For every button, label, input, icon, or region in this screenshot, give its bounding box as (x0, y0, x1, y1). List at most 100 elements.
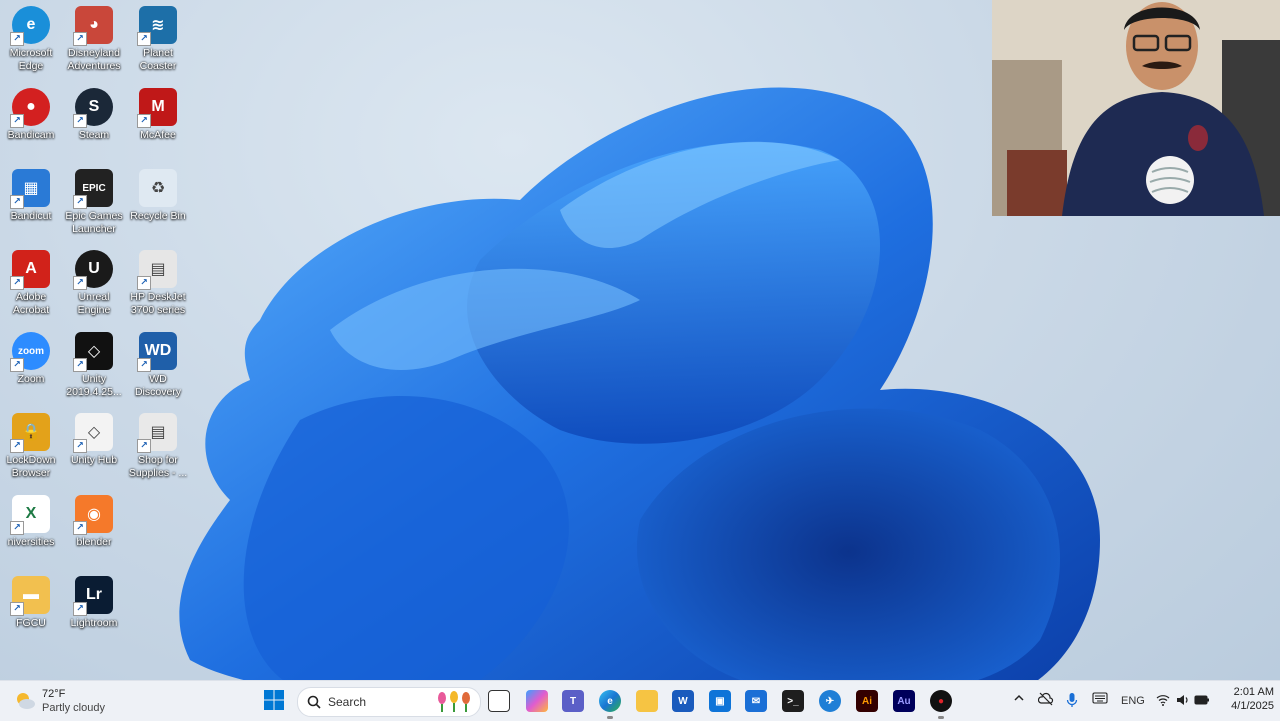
desktop-icon-disneyland[interactable]: ◕ ↗ Disneyland Adventures (61, 2, 127, 80)
edge-icon: e (599, 690, 621, 712)
desktop-icon-label: Planet (143, 47, 173, 59)
input-language[interactable]: ENG (1121, 695, 1145, 707)
unreal-engine-icon: U ↗ (73, 250, 113, 290)
desktop-icon-unreal-engine[interactable]: U ↗ Unreal Engine (61, 246, 127, 324)
terminal-icon: >_ (782, 690, 804, 712)
recycle-bin-icon: ♻ (139, 169, 177, 207)
desktop-icon-zoom[interactable]: zoom ↗ Zoom (0, 328, 64, 406)
mail-icon: ✉ (745, 690, 767, 712)
desktop-icon-label: Adobe (15, 291, 47, 303)
desktop-icon-printer[interactable]: ▤ ↗ HP DeskJet 3700 series (125, 246, 191, 324)
taskbar-app-mail[interactable]: ✉ (744, 689, 768, 713)
taskbar-app-terminal[interactable]: >_ (781, 689, 805, 713)
desktop-icon-lightroom[interactable]: Lr ↗ Lightroom (61, 572, 127, 650)
search-box[interactable]: Search (297, 687, 481, 717)
desktop-icon-unity-hub[interactable]: ◇ ↗ Unity Hub (61, 409, 127, 487)
shortcut-arrow-icon: ↗ (10, 114, 24, 128)
taskbar-app-edge[interactable]: e (598, 689, 622, 719)
shortcut-arrow-icon: ↗ (73, 114, 87, 128)
app-icon: ✈ (819, 690, 841, 712)
start-button[interactable] (263, 689, 287, 713)
shortcut-arrow-icon: ↗ (73, 439, 87, 453)
shortcut-arrow-icon: ↗ (73, 358, 87, 372)
steam-icon: S ↗ (73, 88, 113, 128)
show-hidden-icons[interactable] (1013, 692, 1025, 707)
audition-icon: Au (893, 690, 915, 712)
keyboard-icon (1092, 692, 1108, 704)
shortcut-arrow-icon: ↗ (137, 32, 151, 46)
weather-temp: 72°F (42, 688, 66, 700)
desktop-icon-shop-supplies[interactable]: ▤ ↗ Shop for Supplies - ... (125, 409, 191, 487)
taskbar-app-task-view[interactable] (487, 689, 511, 713)
cloud-off-icon (1037, 692, 1054, 706)
desktop-icon-excel[interactable]: X ↗ niversities (0, 491, 64, 569)
desktop-icon-lockdown-browser[interactable]: 🔒 ↗ LockDown Browser (0, 409, 64, 487)
taskbar-app-copilot[interactable] (525, 689, 549, 713)
desktop-icon-blender[interactable]: ◉ ↗ blender (61, 491, 127, 569)
desktop-icon-label-line2: Edge (18, 60, 44, 72)
taskbar-app-illustrator[interactable]: Ai (855, 689, 879, 713)
shortcut-arrow-icon: ↗ (73, 195, 87, 209)
shortcut-arrow-icon: ↗ (73, 602, 87, 616)
illustrator-icon: Ai (856, 690, 878, 712)
partly-cloudy-icon (17, 693, 35, 709)
desktop-icon-mcafee[interactable]: M ↗ McAfee (125, 84, 191, 162)
epic-games-icon: EPIC ↗ (73, 169, 113, 209)
desktop-icon-steam[interactable]: S ↗ Steam (61, 84, 127, 162)
desktop-icon-label: Unity Hub (70, 454, 118, 466)
desktop-icon-label: McAfee (140, 129, 176, 141)
desktop-icon-label-line2: Supplies - ... (128, 467, 188, 479)
tulips-decoration-icon (434, 690, 474, 712)
desktop-icon-label-line2: Discovery (134, 386, 182, 398)
taskbar-app-teams[interactable]: T (561, 689, 585, 713)
recorder-icon: ● (930, 690, 952, 712)
onedrive-status[interactable] (1037, 692, 1054, 709)
desktop-icon-label-line2: Browser (11, 467, 51, 479)
desktop-icon-label: Steam (78, 129, 110, 141)
unity-icon: ◇ ↗ (73, 332, 113, 372)
desktop-icon-recycle-bin[interactable]: ♻ Recycle Bin (125, 165, 191, 243)
desktop-icon-label: FGCU (16, 617, 46, 629)
shortcut-arrow-icon: ↗ (73, 276, 87, 290)
file-explorer-icon (636, 690, 658, 712)
desktop-icon-label: Recycle Bin (130, 210, 186, 222)
desktop-icon-label: Epic Games (65, 210, 123, 222)
desktop-icon-edge[interactable]: e ↗ Microsoft Edge (0, 2, 64, 80)
clock[interactable]: 2:01 AM 4/1/2025 (1218, 685, 1274, 713)
touch-keyboard[interactable] (1092, 692, 1108, 707)
desktop-icon-label-line2: 2019.4.25... (66, 386, 122, 398)
taskbar-app-app[interactable]: ✈ (818, 689, 842, 713)
desktop-icon-label: niversities (7, 536, 55, 548)
adobe-acrobat-icon: A ↗ (10, 250, 50, 290)
weather-widget[interactable]: 72°F Partly cloudy (14, 686, 124, 716)
microphone-status[interactable] (1066, 692, 1078, 711)
taskbar-app-audition[interactable]: Au (892, 689, 916, 713)
desktop-icon-label-line2: Engine (77, 304, 111, 316)
taskbar-app-microsoft-store[interactable]: ▣ (708, 689, 732, 713)
printer-icon: ▤ ↗ (137, 250, 177, 290)
desktop-icon-adobe-acrobat[interactable]: A ↗ Adobe Acrobat (0, 246, 64, 324)
desktop-icon-planet-coaster[interactable]: ≋ ↗ Planet Coaster (125, 2, 191, 80)
desktop-icon-folder[interactable]: ▬ ↗ FGCU (0, 572, 64, 650)
desktop-icon-bandicam[interactable]: ● ↗ Bandicam (0, 84, 64, 162)
search-placeholder: Search (328, 695, 367, 709)
shortcut-arrow-icon: ↗ (137, 114, 151, 128)
shortcut-arrow-icon: ↗ (73, 32, 87, 46)
desktop-icon-bandicut[interactable]: ▦ ↗ Bandicut (0, 165, 64, 243)
desktop-icon-unity[interactable]: ◇ ↗ Unity 2019.4.25... (61, 328, 127, 406)
taskbar-app-file-explorer[interactable] (635, 689, 659, 713)
taskbar-app-word[interactable]: W (671, 689, 695, 713)
teams-icon: T (562, 690, 584, 712)
copilot-icon (526, 690, 548, 712)
desktop-icon-label: Bandicam (7, 129, 55, 141)
bandicut-icon: ▦ ↗ (10, 169, 50, 209)
desktop-icon-epic-games[interactable]: EPIC ↗ Epic Games Launcher (61, 165, 127, 243)
desktop-icon-wd-discovery[interactable]: WD ↗ WD Discovery (125, 328, 191, 406)
mcafee-icon: M ↗ (137, 88, 177, 128)
shortcut-arrow-icon: ↗ (137, 439, 151, 453)
desktop-icon-label-line2: Coaster (139, 60, 177, 72)
desktop-icon-label: WD (149, 373, 167, 385)
taskbar-app-recorder[interactable]: ● (929, 689, 953, 719)
clock-date: 4/1/2025 (1231, 700, 1274, 712)
desktop-icon-label: Lightroom (70, 617, 118, 629)
